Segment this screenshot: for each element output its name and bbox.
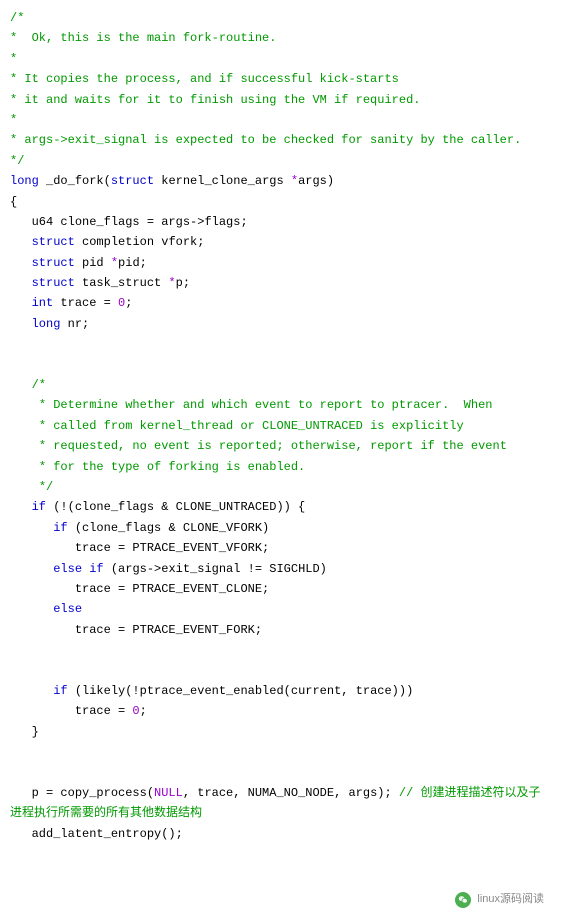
comment-line: /* bbox=[10, 378, 46, 392]
keyword-if: if bbox=[53, 684, 67, 698]
comment-line: * args->exit_signal is expected to be ch… bbox=[10, 133, 521, 147]
stmt: trace = bbox=[10, 704, 132, 718]
decl bbox=[10, 296, 32, 310]
stmt: (!(clone_flags & CLONE_UNTRACED)) { bbox=[46, 500, 305, 514]
decl bbox=[10, 235, 32, 249]
star: * bbox=[111, 256, 118, 270]
decl: u64 clone_flags = args->flags; bbox=[10, 215, 248, 229]
decl: pid; bbox=[118, 256, 147, 270]
stmt: trace = PTRACE_EVENT_FORK; bbox=[10, 623, 262, 637]
comment-line: * Determine whether and which event to r… bbox=[10, 398, 493, 412]
stmt: , trace, NUMA_NO_NODE, args); bbox=[183, 786, 399, 800]
brace: { bbox=[10, 195, 17, 209]
comment-line: * bbox=[10, 52, 17, 66]
stmt bbox=[10, 562, 53, 576]
keyword-struct: struct bbox=[32, 276, 75, 290]
fn-name: _do_fork( bbox=[39, 174, 111, 188]
keyword-if: if bbox=[32, 500, 46, 514]
footer: linux源码阅读 bbox=[455, 890, 544, 909]
stmt bbox=[10, 521, 53, 535]
brace: } bbox=[10, 725, 39, 739]
comment-line: * called from kernel_thread or CLONE_UNT… bbox=[10, 419, 464, 433]
arg-type: kernel_clone_args bbox=[154, 174, 291, 188]
star: * bbox=[291, 174, 298, 188]
decl bbox=[10, 276, 32, 290]
comment-line: /* bbox=[10, 11, 24, 25]
null-literal: NULL bbox=[154, 786, 183, 800]
stmt bbox=[10, 684, 53, 698]
stmt bbox=[10, 602, 53, 616]
wechat-icon bbox=[455, 892, 471, 908]
decl: trace = bbox=[53, 296, 118, 310]
code-block: /* * Ok, this is the main fork-routine. … bbox=[10, 8, 552, 844]
keyword-int: int bbox=[32, 296, 54, 310]
stmt: (likely(!ptrace_event_enabled(current, t… bbox=[68, 684, 414, 698]
comment-line: * it and waits for it to finish using th… bbox=[10, 93, 420, 107]
keyword-long: long bbox=[10, 174, 39, 188]
comment-line: * It copies the process, and if successf… bbox=[10, 72, 399, 86]
comment-line: * for the type of forking is enabled. bbox=[10, 460, 305, 474]
comment-line: * requested, no event is reported; other… bbox=[10, 439, 507, 453]
decl: pid bbox=[75, 256, 111, 270]
decl: nr; bbox=[60, 317, 89, 331]
keyword-struct: struct bbox=[32, 235, 75, 249]
footer-label: linux源码阅读 bbox=[477, 890, 544, 909]
decl: p; bbox=[176, 276, 190, 290]
comment-line: */ bbox=[10, 154, 24, 168]
stmt: ; bbox=[140, 704, 147, 718]
keyword-long: long bbox=[32, 317, 61, 331]
keyword-else: else bbox=[53, 562, 82, 576]
stmt: trace = PTRACE_EVENT_VFORK; bbox=[10, 541, 269, 555]
decl: completion vfork; bbox=[75, 235, 205, 249]
keyword-else: else bbox=[53, 602, 82, 616]
stmt: trace = PTRACE_EVENT_CLONE; bbox=[10, 582, 269, 596]
number: 0 bbox=[132, 704, 139, 718]
star: * bbox=[168, 276, 175, 290]
decl: task_struct bbox=[75, 276, 169, 290]
comment-line: * bbox=[10, 113, 17, 127]
keyword-if: if bbox=[89, 562, 103, 576]
comment-line: */ bbox=[10, 480, 53, 494]
arg-name: args) bbox=[298, 174, 334, 188]
decl bbox=[10, 317, 32, 331]
keyword-struct: struct bbox=[32, 256, 75, 270]
decl bbox=[10, 256, 32, 270]
stmt: p = copy_process( bbox=[10, 786, 154, 800]
keyword-if: if bbox=[53, 521, 67, 535]
comment-line: * Ok, this is the main fork-routine. bbox=[10, 31, 276, 45]
decl: ; bbox=[125, 296, 132, 310]
stmt bbox=[10, 500, 32, 514]
keyword-struct: struct bbox=[111, 174, 154, 188]
stmt: (args->exit_signal != SIGCHLD) bbox=[104, 562, 327, 576]
stmt: (clone_flags & CLONE_VFORK) bbox=[68, 521, 270, 535]
stmt: add_latent_entropy(); bbox=[10, 827, 183, 841]
